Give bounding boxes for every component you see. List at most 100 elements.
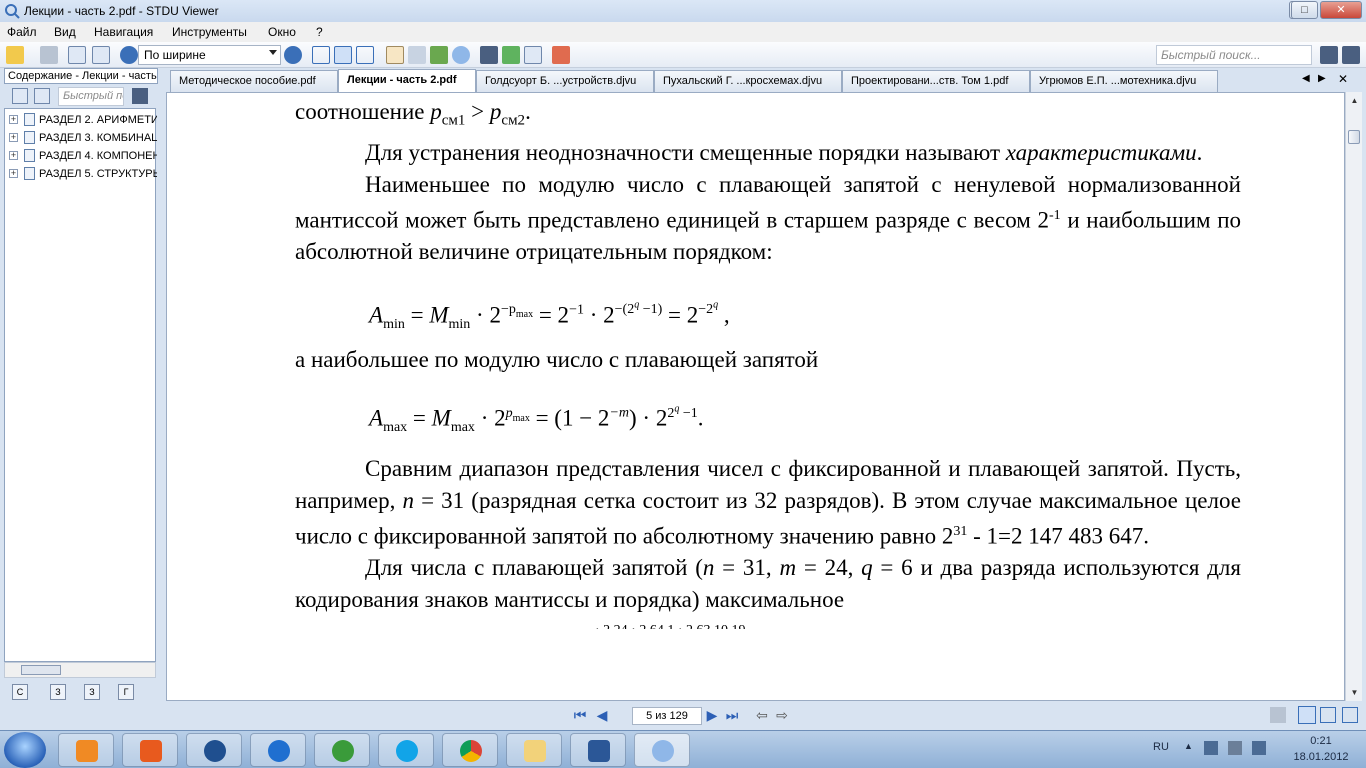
document-icon xyxy=(24,113,35,126)
taskbar-app[interactable] xyxy=(58,733,114,767)
taskbar-app[interactable] xyxy=(122,733,178,767)
history-back-icon[interactable]: ⇦ xyxy=(754,707,770,723)
copy-icon[interactable] xyxy=(68,46,86,64)
expand-icon[interactable]: + xyxy=(9,151,18,160)
zoom-select[interactable]: По ширине xyxy=(138,45,281,65)
menu-window[interactable]: Окно xyxy=(268,25,296,39)
tab-scroll-right-icon[interactable]: ▶ xyxy=(1318,73,1326,84)
select-text-icon[interactable] xyxy=(408,46,426,64)
taskbar-app[interactable] xyxy=(570,733,626,767)
tree-item[interactable]: +РАЗДЕЛ 2. АРИФМЕТИЧЕСКИЕ ОСНОВЫ xyxy=(9,111,157,129)
tray-expand-icon[interactable]: ▲ xyxy=(1184,741,1193,751)
history-forward-icon[interactable]: ⇨ xyxy=(774,707,790,723)
hand-tool-icon[interactable] xyxy=(386,46,404,64)
contents-search-icon[interactable] xyxy=(132,88,148,104)
tab-document[interactable]: Угрюмов Е.П. ...мотехника.djvu xyxy=(1030,70,1218,92)
scroll-thumb[interactable] xyxy=(21,665,61,675)
select-image-icon[interactable] xyxy=(430,46,448,64)
previous-page-icon[interactable]: ◀ xyxy=(594,707,610,723)
menu-file[interactable]: Файл xyxy=(7,25,37,39)
pages-icon[interactable] xyxy=(92,46,110,64)
tree-horizontal-scrollbar[interactable] xyxy=(4,662,156,678)
chrome-icon xyxy=(460,740,482,762)
tab-document[interactable]: Методическое пособие.pdf xyxy=(170,70,338,92)
contents-header: Содержание - Лекции - часть 2 xyxy=(4,68,158,84)
volume-icon[interactable] xyxy=(1252,741,1266,755)
menu-navigation[interactable]: Навигация xyxy=(94,25,153,39)
search-go-icon[interactable] xyxy=(1320,46,1338,64)
open-icon[interactable] xyxy=(6,46,24,64)
tree-item[interactable]: +РАЗДЕЛ 3. КОМБИНАЦИОННЫЕ СХЕМЫ xyxy=(9,129,157,147)
fit-page-icon[interactable] xyxy=(312,46,330,64)
help-icon xyxy=(268,740,290,762)
stdu-viewer-icon xyxy=(652,740,674,762)
layout-grid-icon[interactable] xyxy=(1342,707,1358,723)
clock-date[interactable]: 18.01.2012 xyxy=(1281,751,1361,763)
tab-document[interactable]: Пухальский Г. ...кросхемах.djvu xyxy=(654,70,842,92)
layout-continuous-icon[interactable] xyxy=(1298,706,1316,724)
clock-time[interactable]: 0:21 xyxy=(1296,735,1346,747)
chevron-down-icon[interactable] xyxy=(269,50,277,55)
expand-icon[interactable]: + xyxy=(9,115,18,124)
export-icon[interactable] xyxy=(524,46,542,64)
expand-all-icon[interactable] xyxy=(12,88,28,104)
tab-document-active[interactable]: Лекции - часть 2.pdf xyxy=(338,69,476,93)
zoom-area-icon[interactable] xyxy=(452,46,470,64)
tab-bookmarks[interactable]: З xyxy=(50,684,66,700)
tab-search[interactable]: Г xyxy=(118,684,134,700)
taskbar-app[interactable] xyxy=(250,733,306,767)
print-icon[interactable] xyxy=(40,46,58,64)
expand-icon[interactable]: + xyxy=(9,169,18,178)
page-number-input[interactable]: 5 из 129 xyxy=(632,707,702,725)
tree-item[interactable]: + РАЗДЕЛ 5. СТРУКТУРЫ xyxy=(9,165,157,183)
menu-tools[interactable]: Инструменты xyxy=(172,25,247,39)
maximize-button[interactable]: □ xyxy=(1291,1,1318,19)
fit-height-icon[interactable] xyxy=(356,46,374,64)
stdu-app-icon xyxy=(4,3,20,19)
zoom-out-icon[interactable] xyxy=(120,46,138,64)
tab-contents[interactable]: С xyxy=(12,684,28,700)
tab-document[interactable]: Проектировани...ств. Том 1.pdf xyxy=(842,70,1030,92)
taskbar-app[interactable] xyxy=(186,733,242,767)
tab-document[interactable]: Голдсуорт Б. ...устройств.djvu xyxy=(476,70,654,92)
taskbar-app-active[interactable] xyxy=(634,733,690,767)
taskbar: RU ▲ 0:21 18.01.2012 xyxy=(0,730,1366,768)
find-next-icon[interactable] xyxy=(502,46,520,64)
taskbar-app[interactable] xyxy=(442,733,498,767)
tab-notes[interactable]: З xyxy=(84,684,100,700)
next-page-icon[interactable]: ▶ xyxy=(704,707,720,723)
expand-icon[interactable]: + xyxy=(9,133,18,142)
network-icon[interactable] xyxy=(1204,741,1218,755)
taskbar-app[interactable] xyxy=(506,733,562,767)
menu-view[interactable]: Вид xyxy=(54,25,76,39)
collapse-all-icon[interactable] xyxy=(34,88,50,104)
scroll-thumb[interactable] xyxy=(1348,130,1360,144)
document-view[interactable]: соотношение pсм1 > pсм2. Для устранения … xyxy=(166,92,1345,701)
tab-close-icon[interactable]: ✕ xyxy=(1338,72,1348,86)
fit-width-icon[interactable] xyxy=(334,46,352,64)
start-button[interactable] xyxy=(4,732,46,768)
scroll-up-icon[interactable]: ▲ xyxy=(1346,92,1363,109)
layout-single-icon[interactable] xyxy=(1270,707,1286,723)
zoom-in-icon[interactable] xyxy=(284,46,302,64)
language-indicator[interactable]: RU xyxy=(1153,741,1169,753)
tree-item[interactable]: +РАЗДЕЛ 4. КОМПОНЕНТЫ xyxy=(9,147,157,165)
last-page-icon[interactable]: ⏭ xyxy=(724,707,740,723)
vertical-scrollbar[interactable]: ▲ ▼ xyxy=(1345,92,1362,701)
menu-help[interactable]: ? xyxy=(316,25,323,39)
scroll-down-icon[interactable]: ▼ xyxy=(1346,684,1363,701)
quick-search-input[interactable]: Быстрый поиск... xyxy=(1156,45,1312,65)
first-page-icon[interactable]: ⏮ xyxy=(572,707,588,723)
bookmark-icon[interactable] xyxy=(552,46,570,64)
menu-bar: Файл Вид Навигация Инструменты Окно ? xyxy=(0,22,1366,42)
close-button[interactable]: ✕ xyxy=(1320,1,1362,19)
taskbar-app[interactable] xyxy=(378,733,434,767)
contents-search-input[interactable]: Быстрый поиск xyxy=(58,87,124,106)
search-options-icon[interactable] xyxy=(1342,46,1360,64)
power-icon[interactable] xyxy=(1228,741,1242,755)
taskbar-app[interactable] xyxy=(314,733,370,767)
tab-scroll-left-icon[interactable]: ◀ xyxy=(1302,73,1310,84)
find-icon[interactable] xyxy=(480,46,498,64)
title-bar: Лекции - часть 2.pdf - STDU Viewer – □ ✕ xyxy=(0,0,1366,22)
layout-facing-icon[interactable] xyxy=(1320,707,1336,723)
